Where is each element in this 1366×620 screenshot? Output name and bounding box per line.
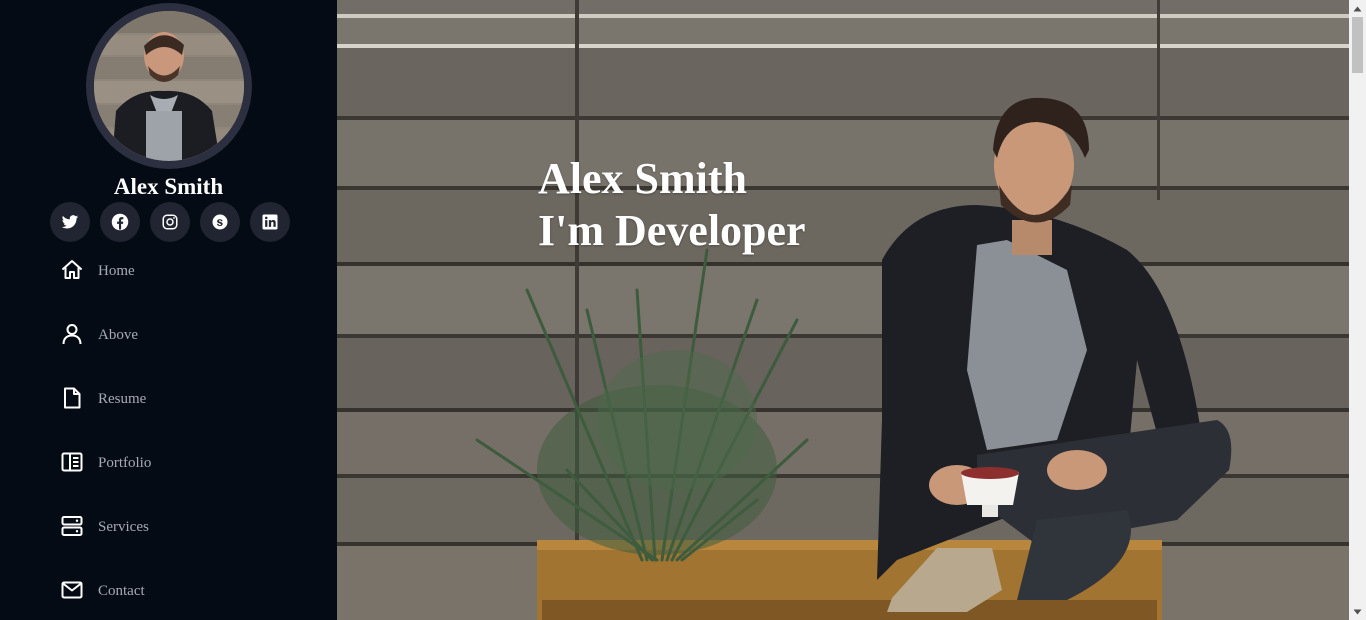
nav-item-resume[interactable]: Resume [60,383,280,413]
instagram-link[interactable] [150,202,190,242]
nav-item-above[interactable]: Above [60,319,280,349]
nav-item-home[interactable]: Home [60,255,280,285]
facebook-link[interactable] [100,202,140,242]
scroll-down-arrow[interactable] [1349,603,1366,620]
hero-background-photo [337,0,1349,620]
scrollbar-thumb[interactable] [1352,17,1363,73]
portfolio-icon [60,450,84,474]
linkedin-icon [262,214,278,230]
user-icon [60,322,84,346]
server-icon [60,514,84,538]
nav-label-contact: Contact [98,583,145,599]
avatar-ring [86,3,252,169]
nav-label-above: Above [98,327,138,343]
scroll-up-arrow[interactable] [1349,0,1366,17]
hero-title-role: I'm Developer [538,206,806,255]
sidebar: Alex Smith Home Above Resume Portfolio S… [0,0,337,620]
twitter-link[interactable] [50,202,90,242]
avatar-photo [94,11,244,161]
hero-title: Alex Smith I'm Developer [538,153,806,257]
nav-item-contact[interactable]: Contact [60,575,280,605]
nav-label-services: Services [98,519,149,535]
hero-title-name: Alex Smith [538,154,747,203]
nav-label-portfolio: Portfolio [98,455,152,471]
home-icon [60,258,84,282]
file-icon [60,386,84,410]
nav-label-home: Home [98,263,135,279]
profile-name: Alex Smith [113,174,224,199]
hero-section: Alex Smith I'm Developer [337,0,1349,620]
envelope-icon [60,578,84,602]
nav-item-services[interactable]: Services [60,511,280,541]
avatar [94,11,244,161]
nav-label-resume: Resume [98,391,147,407]
nav-item-portfolio[interactable]: Portfolio [60,447,280,477]
skype-icon [212,214,228,230]
instagram-icon [162,214,178,230]
skype-link[interactable] [200,202,240,242]
twitter-icon [61,215,79,229]
vertical-scrollbar[interactable] [1349,0,1366,620]
linkedin-link[interactable] [250,202,290,242]
facebook-icon [111,213,129,231]
